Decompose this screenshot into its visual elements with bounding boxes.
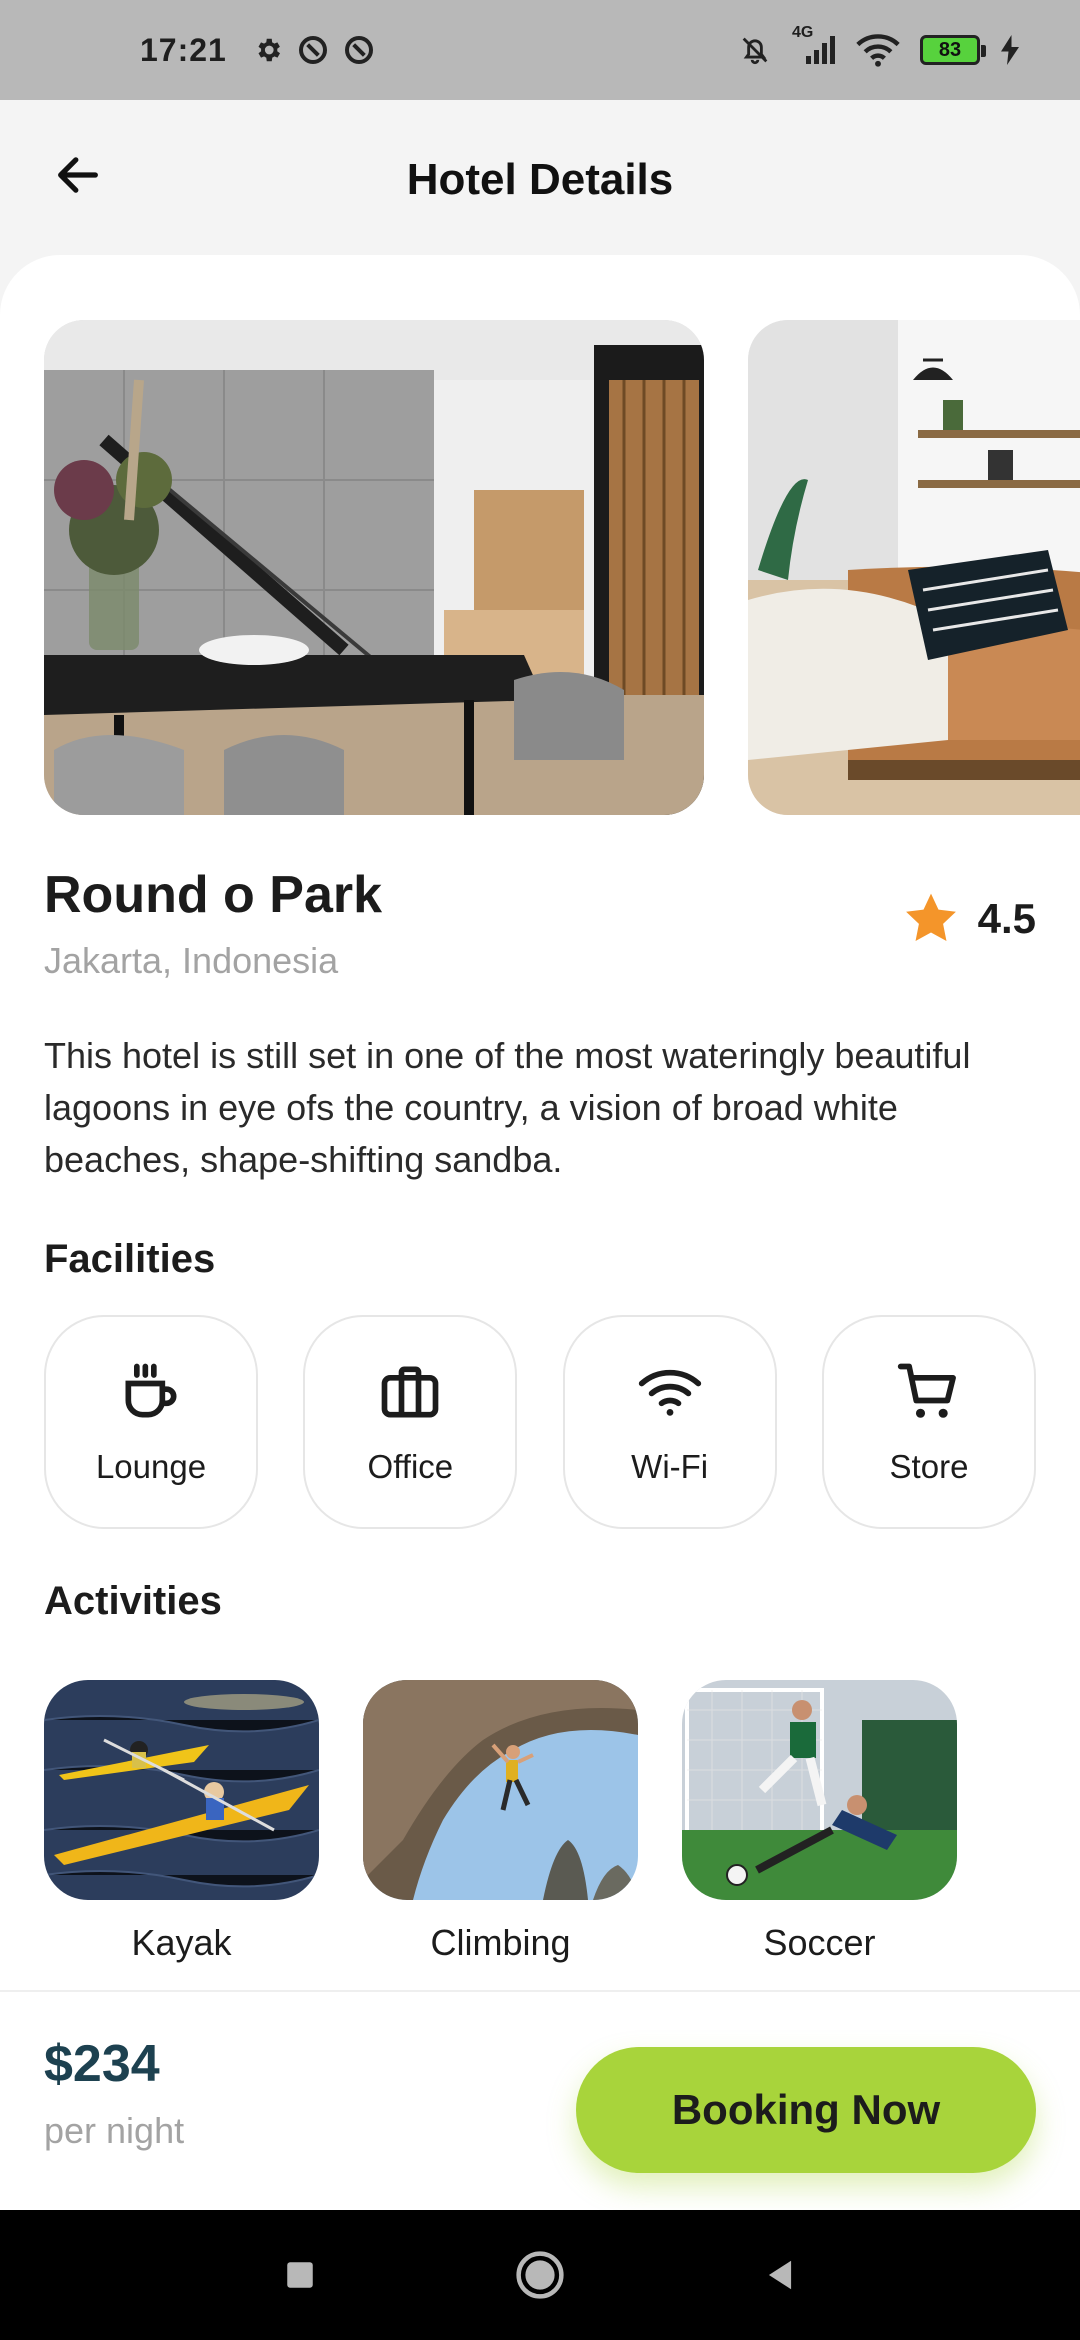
- facility-label: Store: [889, 1448, 969, 1485]
- kayak-photo: [44, 1680, 319, 1900]
- booking-bar: $234 per night Booking Now: [0, 1990, 1080, 2210]
- activities-list: Kayak Climbing Soccer: [44, 1680, 957, 1964]
- battery-icon: 83: [920, 35, 986, 65]
- rating: 4.5: [902, 890, 1036, 948]
- system-nav-bar: [0, 2210, 1080, 2340]
- facility-label: Wi-Fi: [631, 1448, 709, 1485]
- living-room-sofa-photo: [748, 320, 1080, 815]
- network-label: 4G: [792, 24, 814, 41]
- soccer-photo: [682, 1680, 957, 1900]
- activity-image: [363, 1680, 638, 1900]
- activity-soccer[interactable]: Soccer: [682, 1680, 957, 1964]
- page-title: Hotel Details: [406, 155, 674, 204]
- back-button[interactable]: [48, 145, 108, 205]
- cart-icon: [897, 1363, 956, 1418]
- activities-title: Activities: [44, 1579, 222, 1623]
- hotel-name: Round o Park: [44, 866, 383, 924]
- battery-level: 83: [938, 38, 962, 61]
- data-saver-icon: [297, 34, 329, 66]
- triangle-back-icon: [768, 2260, 792, 2290]
- facility-label: Lounge: [95, 1448, 207, 1485]
- arrow-left-icon: [58, 157, 98, 193]
- circle-icon: [516, 2251, 564, 2299]
- price-unit: per night: [44, 2110, 185, 2151]
- briefcase-icon: [381, 1366, 439, 1418]
- facility-label: Office: [367, 1448, 454, 1485]
- activity-climbing[interactable]: Climbing: [363, 1680, 638, 1964]
- status-bar: 17:21 4G 83: [0, 0, 1080, 100]
- back-nav-button[interactable]: [745, 2240, 815, 2310]
- coffee-cup-icon: [125, 1363, 177, 1418]
- facilities-list: Lounge Office Wi-Fi Store: [44, 1315, 1036, 1529]
- hotel-details-card: Round o Park Jakarta, Indonesia 4.5 This…: [0, 255, 1080, 1995]
- activity-label: Kayak: [131, 1922, 232, 1963]
- activity-kayak[interactable]: Kayak: [44, 1680, 319, 1964]
- facility-store[interactable]: Store: [821, 1315, 1036, 1529]
- app-header: Hotel Details: [0, 100, 1080, 260]
- gallery-image-interior[interactable]: [44, 320, 704, 815]
- wifi-icon: [856, 33, 900, 67]
- rating-value: 4.5: [977, 895, 1036, 942]
- home-button[interactable]: [505, 2240, 575, 2310]
- wifi-icon: [638, 1369, 701, 1416]
- activity-image: [682, 1680, 957, 1900]
- charging-icon: [1000, 35, 1020, 65]
- climbing-photo: [363, 1680, 638, 1900]
- price: $234: [44, 2035, 160, 2093]
- gear-icon: [253, 35, 283, 65]
- booking-now-button[interactable]: Booking Now: [576, 2047, 1036, 2173]
- status-right: 4G 83: [738, 24, 1020, 67]
- status-time: 17:21: [140, 31, 227, 68]
- signal-icon: 4G: [792, 24, 836, 66]
- facilities-title: Facilities: [44, 1237, 216, 1281]
- activity-label: Climbing: [430, 1922, 571, 1963]
- square-icon: [287, 2262, 313, 2288]
- hotel-location: Jakarta, Indonesia: [44, 940, 339, 981]
- bell-off-icon: [738, 33, 772, 67]
- facility-office[interactable]: Office: [303, 1315, 518, 1529]
- image-gallery[interactable]: [44, 320, 1080, 815]
- gallery-image-living-room[interactable]: [748, 320, 1080, 815]
- status-left: 17:21: [140, 32, 375, 69]
- activity-image: [44, 1680, 319, 1900]
- facility-lounge[interactable]: Lounge: [44, 1315, 258, 1529]
- interior-dining-stairs-photo: [44, 320, 704, 815]
- facility-wifi[interactable]: Wi-Fi: [562, 1315, 777, 1529]
- recents-button[interactable]: [265, 2240, 335, 2310]
- hotel-description: This hotel is still set in one of the mo…: [44, 1035, 971, 1180]
- star-icon: [905, 893, 956, 941]
- activity-label: Soccer: [763, 1922, 876, 1963]
- data-saver-icon: [343, 34, 375, 66]
